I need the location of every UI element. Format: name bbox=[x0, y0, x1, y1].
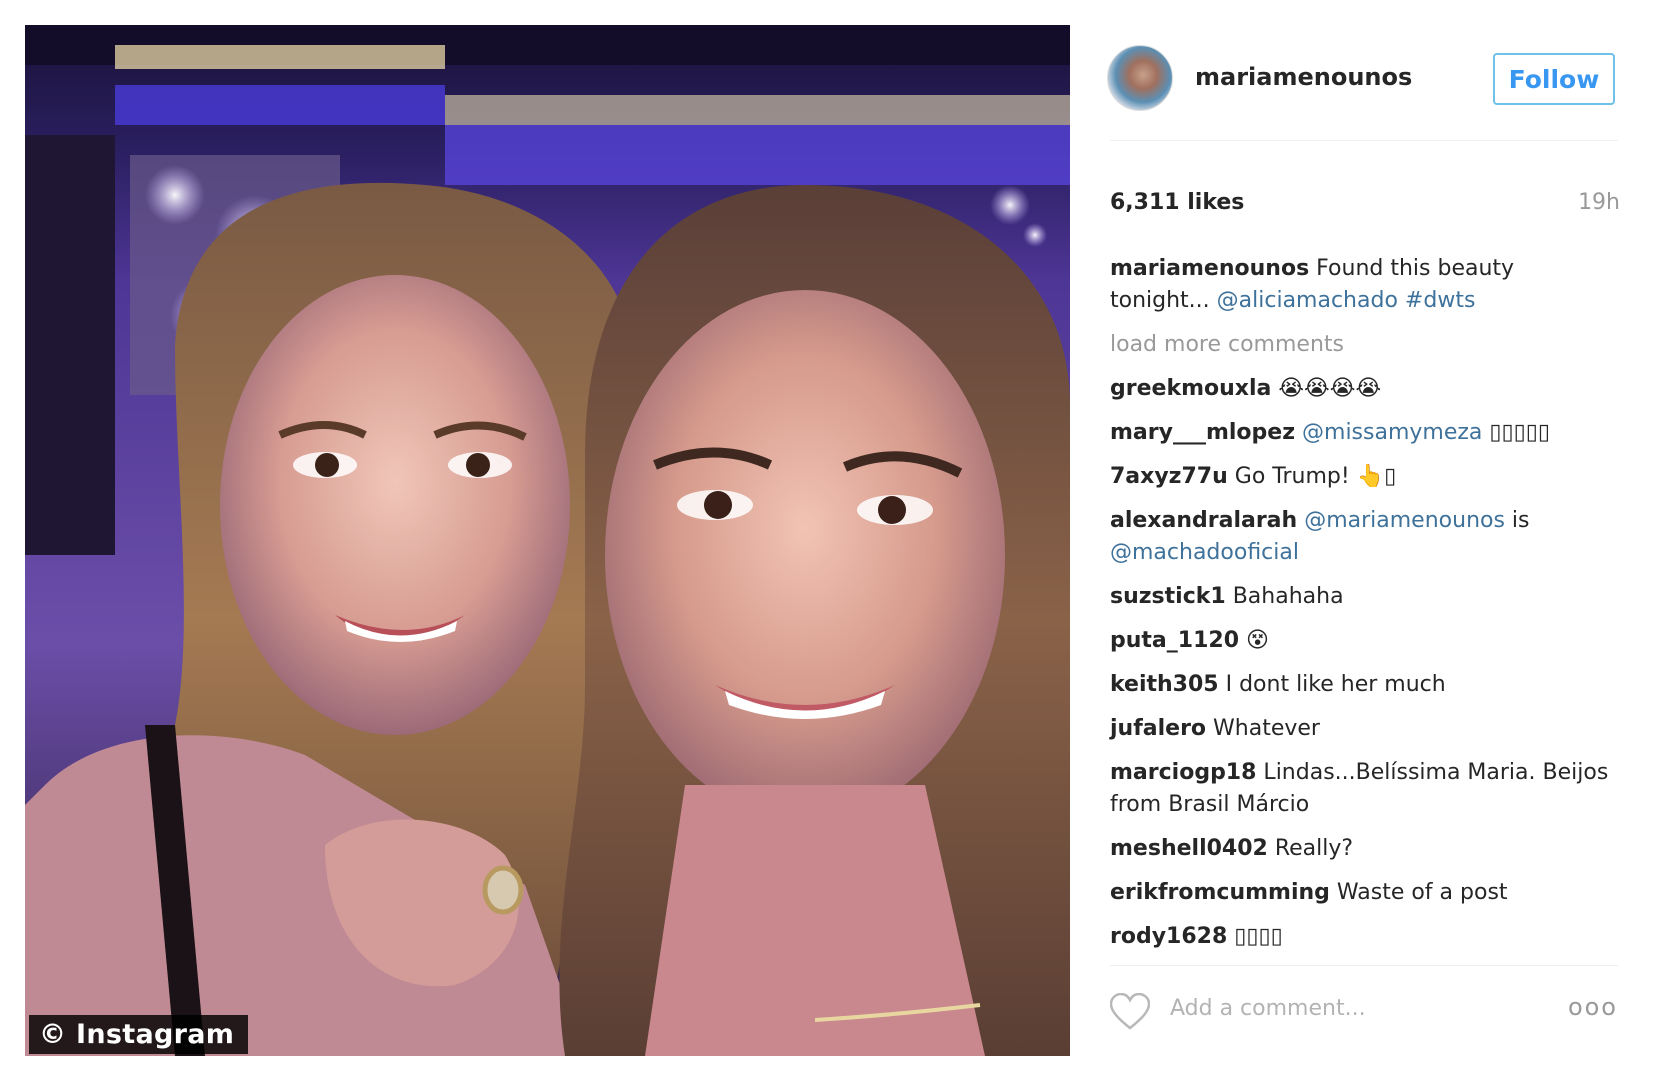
comment-row: puta_1120 😵 bbox=[1110, 625, 1618, 657]
comment-username[interactable]: erikfromcumming bbox=[1110, 880, 1330, 905]
comment-username[interactable]: marciogp18 bbox=[1110, 760, 1256, 785]
comment-username[interactable]: puta_1120 bbox=[1110, 628, 1239, 653]
comment-row: jufalero Whatever bbox=[1110, 713, 1618, 745]
caption-hashtag[interactable]: #dwts bbox=[1405, 288, 1475, 313]
comment-username[interactable]: keith305 bbox=[1110, 672, 1219, 697]
comment-text: ▯▯▯▯ bbox=[1227, 924, 1283, 949]
comment-text-after: ▯▯▯▯▯ bbox=[1482, 420, 1550, 445]
instagram-watermark: © Instagram bbox=[29, 1015, 249, 1054]
post-footer: ooo bbox=[1110, 985, 1618, 1045]
comment-mention[interactable]: @mariamenounos bbox=[1304, 508, 1505, 533]
comment-rows: greekmouxla 😭😭😭😭 mary___mlopez @missamyme… bbox=[1110, 373, 1618, 953]
caption-username[interactable]: mariamenounos bbox=[1110, 256, 1309, 281]
comment-text-after: is bbox=[1504, 508, 1530, 533]
comment-username[interactable]: suzstick1 bbox=[1110, 584, 1226, 609]
comment-username[interactable]: 7axyz77u bbox=[1110, 464, 1228, 489]
likes-count[interactable]: 6,311 likes bbox=[1110, 190, 1244, 215]
comment-row: erikfromcumming Waste of a post bbox=[1110, 877, 1618, 909]
footer-divider bbox=[1110, 965, 1618, 966]
comment-username[interactable]: greekmouxla bbox=[1110, 376, 1271, 401]
post-timestamp[interactable]: 19h bbox=[1578, 190, 1620, 215]
post-header: mariamenounos Follow bbox=[1070, 25, 1640, 120]
instagram-post-embed: © Instagram mariamenounos Follow 6,311 l… bbox=[0, 0, 1668, 1070]
comment-text: 😭😭😭😭 bbox=[1271, 376, 1382, 401]
comment-username[interactable]: rody1628 bbox=[1110, 924, 1227, 949]
comment-username[interactable]: jufalero bbox=[1110, 716, 1206, 741]
comment-row: greekmouxla 😭😭😭😭 bbox=[1110, 373, 1618, 405]
comment-text: Go Trump! 👆▯ bbox=[1227, 464, 1397, 489]
comment-row: alexandralarah @mariamenounos is @machad… bbox=[1110, 505, 1618, 569]
comment-username[interactable]: alexandralarah bbox=[1110, 508, 1297, 533]
comment-text: Whatever bbox=[1206, 716, 1320, 741]
comment-row: 7axyz77u Go Trump! 👆▯ bbox=[1110, 461, 1618, 493]
comment-row: keith305 I dont like her much bbox=[1110, 669, 1618, 701]
post-sidebar: mariamenounos Follow 6,311 likes 19h mar… bbox=[1070, 25, 1640, 1056]
post-username[interactable]: mariamenounos bbox=[1195, 63, 1412, 91]
add-comment-input[interactable] bbox=[1168, 995, 1552, 1022]
comment-text: Waste of a post bbox=[1329, 880, 1508, 905]
comments-list: mariamenounos Found this beauty tonight.… bbox=[1110, 253, 1618, 965]
heart-icon[interactable] bbox=[1110, 993, 1150, 1031]
comment-text: Really? bbox=[1267, 836, 1354, 861]
comment-row: rody1628 ▯▯▯▯ bbox=[1110, 921, 1618, 953]
load-more-comments-link[interactable]: load more comments bbox=[1110, 329, 1618, 361]
caption-mention[interactable]: @aliciamachado bbox=[1217, 288, 1398, 313]
comment-row: suzstick1 Bahahaha bbox=[1110, 581, 1618, 613]
comment-mention[interactable]: @missamymeza bbox=[1302, 420, 1482, 445]
comment-row: mary___mlopez @missamymeza ▯▯▯▯▯ bbox=[1110, 417, 1618, 449]
comment-row: marciogp18 Lindas...Belíssima Maria. Bei… bbox=[1110, 757, 1618, 821]
selfie-image bbox=[25, 25, 1070, 1056]
comment-row: meshell0402 Really? bbox=[1110, 833, 1618, 865]
comment-username[interactable]: mary___mlopez bbox=[1110, 420, 1295, 445]
comment-text: I dont like her much bbox=[1218, 672, 1446, 697]
more-options-icon[interactable]: ooo bbox=[1568, 993, 1618, 1021]
post-photo: © Instagram bbox=[25, 25, 1070, 1056]
comment-text: 😵 bbox=[1239, 628, 1269, 653]
avatar[interactable] bbox=[1107, 45, 1173, 111]
caption: mariamenounos Found this beauty tonight.… bbox=[1110, 253, 1618, 317]
comment-text bbox=[1295, 420, 1302, 445]
header-divider bbox=[1110, 140, 1618, 141]
comment-mention[interactable]: @machadooficial bbox=[1110, 540, 1299, 565]
follow-button[interactable]: Follow bbox=[1493, 53, 1615, 105]
comment-username[interactable]: meshell0402 bbox=[1110, 836, 1268, 861]
comment-text: Bahahaha bbox=[1225, 584, 1344, 609]
